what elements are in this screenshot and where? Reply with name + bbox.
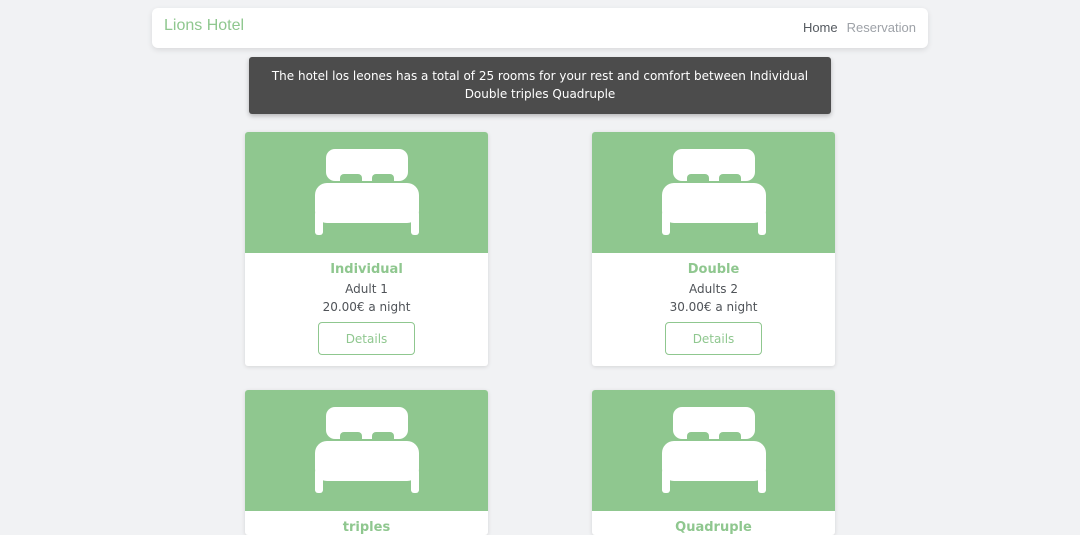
room-name: Quadruple bbox=[675, 520, 752, 535]
room-adults: Adult 1 bbox=[345, 282, 388, 296]
hotel-info-banner: The hotel los leones has a total of 25 r… bbox=[249, 57, 831, 114]
room-name: Double bbox=[687, 262, 740, 277]
room-card-triples: triples bbox=[245, 390, 488, 535]
brand-link[interactable]: Lions Hotel bbox=[164, 17, 244, 35]
room-card-body: Quadruple bbox=[592, 520, 835, 535]
room-card-body: Double Adults 2 30.00€ a night Details bbox=[592, 262, 835, 355]
room-card-double: Double Adults 2 30.00€ a night Details bbox=[592, 132, 835, 366]
room-image bbox=[592, 390, 835, 511]
bed-icon bbox=[661, 148, 766, 235]
nav-links: Home Reservation bbox=[803, 20, 916, 35]
room-card-individual: Individual Adult 1 20.00€ a night Detail… bbox=[245, 132, 488, 366]
hotel-info-text: The hotel los leones has a total of 25 r… bbox=[271, 69, 809, 101]
room-card-body: triples bbox=[245, 520, 488, 535]
room-image bbox=[245, 132, 488, 253]
bed-icon bbox=[314, 148, 419, 235]
room-price: 30.00€ a night bbox=[669, 300, 758, 314]
nav-link-reservation[interactable]: Reservation bbox=[847, 20, 916, 35]
room-price: 20.00€ a night bbox=[322, 300, 411, 314]
details-button[interactable]: Details bbox=[665, 322, 762, 355]
bed-icon bbox=[661, 406, 766, 493]
room-image bbox=[245, 390, 488, 511]
room-name: triples bbox=[342, 520, 391, 535]
room-name: Individual bbox=[330, 262, 403, 277]
room-card-quadruple: Quadruple bbox=[592, 390, 835, 535]
details-button[interactable]: Details bbox=[318, 322, 415, 355]
nav-link-home[interactable]: Home bbox=[803, 20, 838, 35]
top-navbar: Lions Hotel Home Reservation bbox=[152, 8, 928, 48]
room-card-body: Individual Adult 1 20.00€ a night Detail… bbox=[245, 262, 488, 355]
room-image bbox=[592, 132, 835, 253]
room-adults: Adults 2 bbox=[689, 282, 738, 296]
bed-icon bbox=[314, 406, 419, 493]
